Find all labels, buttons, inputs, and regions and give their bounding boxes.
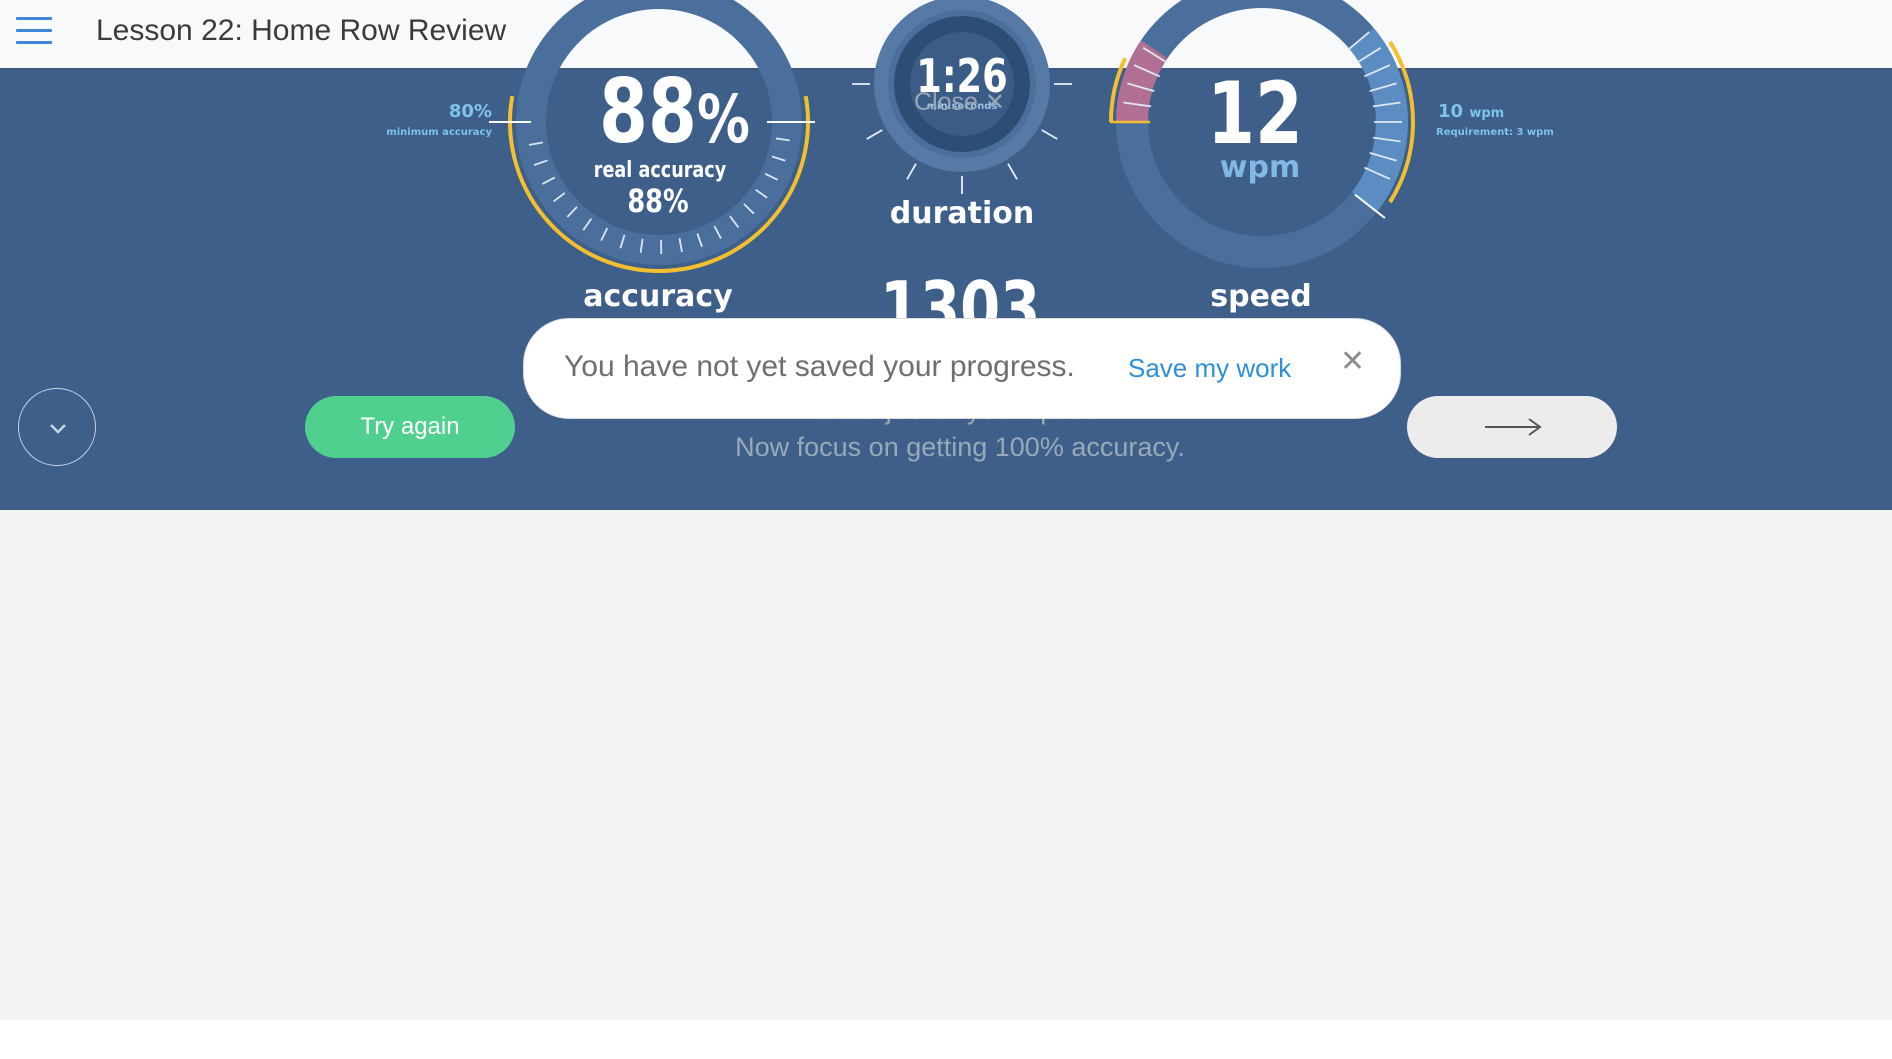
unsaved-progress-toast: You have not yet saved your progress. Sa… [523, 318, 1401, 419]
duration-tick [1041, 129, 1058, 140]
content-area [0, 510, 1892, 1020]
speed-unit: wpm [1219, 150, 1301, 185]
speed-requirement: Requirement: 3 wpm [1436, 127, 1554, 138]
close-text: Close [914, 88, 978, 116]
expand-button[interactable] [18, 388, 96, 466]
close-x-icon: ✕ [984, 89, 1005, 116]
real-accuracy-value: 88% [627, 182, 689, 220]
speed-target: 10 wpm [1438, 101, 1504, 122]
accuracy-unit: % [696, 81, 750, 158]
accuracy-number: 88 [599, 60, 697, 163]
minimum-accuracy-label: minimum accuracy [386, 127, 492, 138]
try-again-button[interactable]: Try again [305, 396, 515, 458]
chevron-down-icon [50, 424, 66, 434]
duration-label: duration [889, 196, 1035, 231]
accuracy-value: 88% [599, 60, 750, 170]
speed-label: speed [1210, 279, 1312, 314]
accuracy-label: accuracy [583, 279, 733, 314]
duration-tick [1007, 163, 1018, 180]
arrow-right-icon [1485, 418, 1542, 436]
duration-tick [866, 129, 883, 140]
save-my-work-link[interactable]: Save my work [1128, 353, 1291, 384]
minimum-accuracy-value: 80% [448, 101, 492, 122]
duration-tick [906, 163, 917, 180]
next-button[interactable] [1407, 396, 1617, 458]
toast-message: You have not yet saved your progress. [564, 350, 1075, 383]
speed-target-unit: wpm [1469, 106, 1505, 121]
close-link[interactable]: Close ✕ [914, 88, 1005, 117]
speed-value: 12 [1207, 64, 1303, 164]
real-accuracy-label: real accuracy [593, 158, 727, 183]
speed-target-value: 10 [1438, 101, 1464, 122]
toast-close-icon[interactable]: ✕ [1340, 347, 1365, 377]
